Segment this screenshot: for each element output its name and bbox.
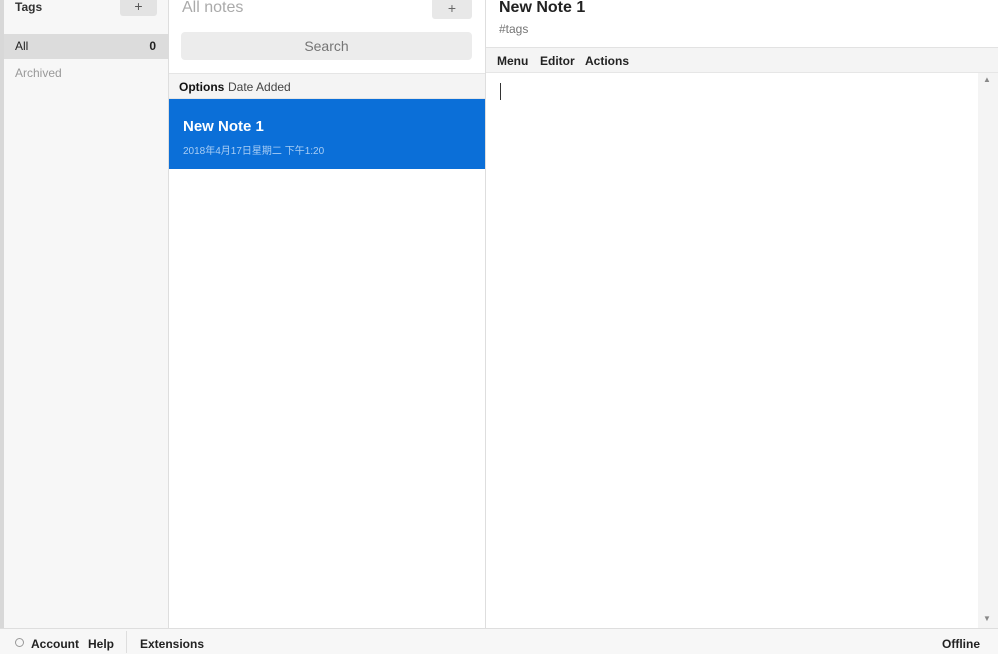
sort-value: Date Added (228, 80, 291, 94)
help-link[interactable]: Help (88, 637, 114, 651)
tag-item-count: 0 (149, 39, 156, 53)
scroll-up-icon[interactable]: ▲ (983, 75, 991, 84)
note-text-area[interactable] (486, 73, 982, 628)
editor-panel: New Note 1 Menu Editor Actions ▲ ▼ (486, 0, 998, 628)
tag-item-all[interactable]: All 0 (4, 34, 169, 59)
offline-status[interactable]: Offline (942, 637, 980, 651)
editor-menubar: Menu Editor Actions (486, 47, 998, 73)
tag-item-label: All (15, 39, 29, 53)
text-cursor (500, 83, 501, 100)
account-link[interactable]: Account (31, 637, 79, 651)
tags-title: Tags (15, 0, 43, 14)
tags-panel: Tags + All 0 Archived (0, 0, 169, 628)
note-item-title: New Note 1 (183, 118, 264, 135)
note-tags-input[interactable] (499, 22, 654, 36)
extensions-link[interactable]: Extensions (140, 637, 204, 651)
search-input[interactable] (181, 32, 472, 60)
notes-panel: All notes + Options Date Added New Note … (169, 0, 486, 628)
footer-divider (126, 631, 127, 653)
footer-bar: Account Help Extensions Offline (0, 628, 998, 654)
add-note-button[interactable]: + (432, 0, 472, 19)
scroll-down-icon[interactable]: ▼ (983, 614, 991, 623)
tag-item-archived[interactable]: Archived (15, 66, 62, 80)
menu-button[interactable]: Menu (497, 54, 528, 68)
options-label[interactable]: Options (179, 80, 224, 94)
note-title[interactable]: New Note 1 (499, 0, 585, 17)
notes-options-bar[interactable]: Options Date Added (169, 73, 485, 99)
editor-scrollbar[interactable]: ▲ ▼ (978, 73, 998, 628)
tags-header: Tags + (4, 0, 169, 20)
account-status-icon (15, 638, 24, 647)
editor-button[interactable]: Editor (540, 54, 575, 68)
actions-button[interactable]: Actions (585, 54, 629, 68)
app-window: Tags + All 0 Archived All notes + Option… (0, 0, 998, 654)
notes-panel-title: All notes (182, 0, 244, 16)
add-tag-button[interactable]: + (120, 0, 157, 16)
note-list-item[interactable]: New Note 1 2018年4月17日星期二 下午1:20 (169, 99, 485, 169)
note-item-date: 2018年4月17日星期二 下午1:20 (183, 146, 325, 157)
